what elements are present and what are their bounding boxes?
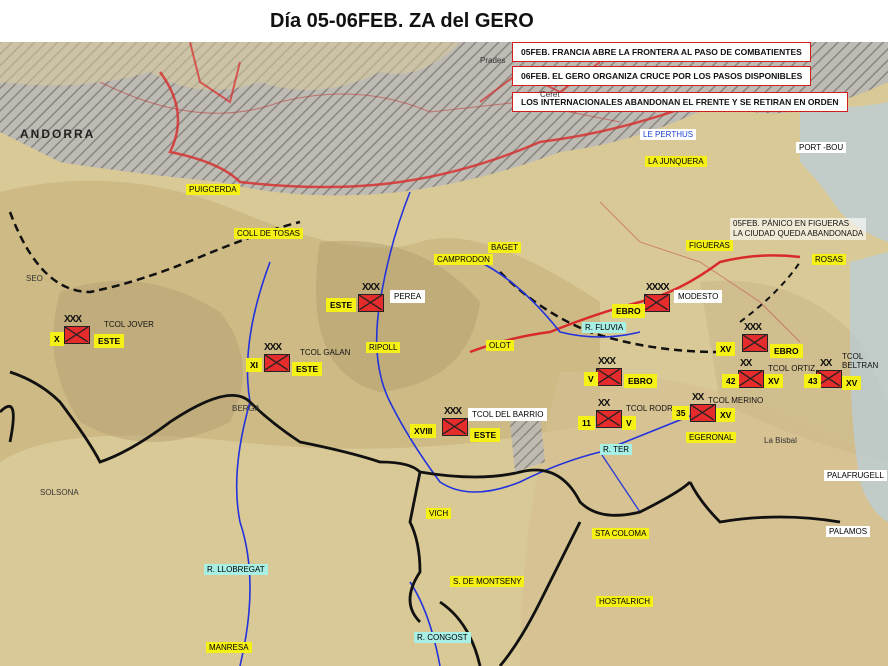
place-la-junquera: LA JUNQUERA xyxy=(645,156,707,167)
title-bar: Día 05-06FEB. ZA del GERO xyxy=(0,0,888,42)
place-le-perthus: LE PERTHUS xyxy=(640,129,697,140)
river-fluvia: R. FLUVIA xyxy=(582,322,627,333)
place-port-bou: PORT -BOU xyxy=(796,142,847,153)
place-rosas: ROSAS xyxy=(812,254,847,265)
map-area[interactable]: 05FEB. FRANCIA ABRE LA FRONTERA AL PASO … xyxy=(0,42,888,666)
place-berga: BERGA xyxy=(232,404,261,413)
unit-symbol xyxy=(742,334,768,352)
unit-symbol xyxy=(64,326,90,344)
place-puigcerda: PUIGCERDA xyxy=(186,184,240,195)
place-palafrugell: PALAFRUGELL xyxy=(824,470,887,481)
unit-symbol xyxy=(644,294,670,312)
map-terrain xyxy=(0,42,888,666)
unit-symbol xyxy=(442,418,468,436)
place-ceret: Ceret xyxy=(540,90,560,99)
place-solsona: SOLSONA xyxy=(40,488,79,497)
place-s-de-montseny: S. DE MONTSENY xyxy=(450,576,525,587)
unit-symbol xyxy=(358,294,384,312)
place-hostalrich: HOSTALRICH xyxy=(596,596,653,607)
note-frontera: 05FEB. FRANCIA ABRE LA FRONTERA AL PASO … xyxy=(512,42,811,62)
note-figueras: 05FEB. PÁNICO EN FIGUERAS LA CIUDAD QUED… xyxy=(730,218,867,240)
unit-symbol xyxy=(738,370,764,388)
page-title: Día 05-06FEB. ZA del GERO xyxy=(270,10,534,32)
place-camprodon: CAMPRODON xyxy=(434,254,493,265)
unit-symbol xyxy=(596,368,622,386)
place-olot: OLOT xyxy=(486,340,514,351)
place-ripoll: RIPOLL xyxy=(366,342,401,353)
unit-symbol xyxy=(264,354,290,372)
place-vich: VICH xyxy=(426,508,452,519)
unit-symbol xyxy=(596,410,622,428)
river-llobregat: R. LLOBREGAT xyxy=(204,564,268,575)
place-palamos: PALAMOS xyxy=(826,526,871,537)
place-prades: Prades xyxy=(480,56,506,65)
unit-symbol xyxy=(690,404,716,422)
place-seo: SEO xyxy=(26,274,43,283)
place-andorra: ANDORRA xyxy=(20,127,96,141)
river-ter: R. TER xyxy=(600,444,633,455)
note-cruce: 06FEB. EL GERO ORGANIZA CRUCE POR LOS PA… xyxy=(512,66,812,86)
place-sta-coloma: STA COLOMA xyxy=(592,528,650,539)
place-baget: BAGET xyxy=(488,242,522,253)
place-la-bisbal: La Bisbal xyxy=(764,436,797,445)
note-internacionales: LOS INTERNACIONALES ABANDONAN EL FRENTE … xyxy=(512,92,848,112)
place-egeronal: EGERONAL xyxy=(686,432,737,443)
place-figueras: FIGUERAS xyxy=(686,240,733,251)
place-manresa: MANRESA xyxy=(206,642,252,653)
river-congost: R. CONGOST xyxy=(414,632,471,643)
place-coll-de-tosas: COLL DE TOSAS xyxy=(234,228,303,239)
